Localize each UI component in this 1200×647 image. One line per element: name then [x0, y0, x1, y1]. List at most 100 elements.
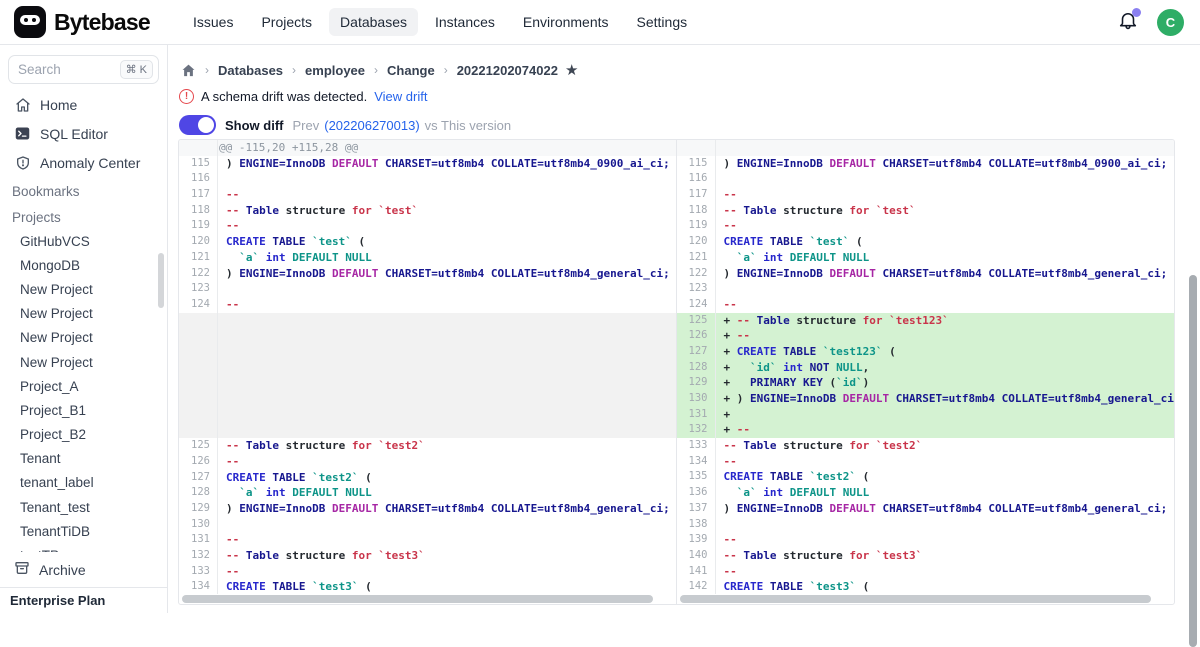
alert-icon: !: [179, 89, 194, 104]
show-diff-toggle[interactable]: [179, 115, 216, 135]
nav-item-environments[interactable]: Environments: [512, 8, 620, 36]
sidebar-project-item[interactable]: Project_B2: [0, 423, 167, 447]
code-text: --: [715, 218, 737, 234]
sidebar-project-item[interactable]: New Project: [0, 350, 167, 374]
nav-item-issues[interactable]: Issues: [182, 8, 244, 36]
main-content: ›Databases›employee›Change›2022120207402…: [169, 45, 1200, 613]
line-number: 123: [677, 281, 715, 297]
sidebar-project-item[interactable]: New Project: [0, 277, 167, 301]
project-list: GitHubVCSMongoDBNew ProjectNew ProjectNe…: [0, 229, 167, 592]
view-drift-link[interactable]: View drift: [374, 89, 427, 104]
sidebar-scrollbar[interactable]: [158, 253, 164, 308]
sidebar-project-item[interactable]: tenant_label: [0, 471, 167, 495]
notification-dot: [1132, 8, 1141, 17]
code-text: --: [715, 564, 737, 580]
prev-version-link[interactable]: (202206270013): [324, 118, 419, 133]
line-number: 139: [677, 532, 715, 548]
diff-line: 122) ENGINE=InnoDB DEFAULT CHARSET=utf8m…: [179, 266, 676, 282]
vs-label: vs This version: [425, 118, 511, 133]
home-icon: [14, 96, 31, 113]
notifications-button[interactable]: [1117, 11, 1139, 33]
diff-line: 119--: [179, 218, 676, 234]
diff-line: 116: [677, 171, 1175, 187]
code-text: --: [217, 532, 239, 548]
code-text: -- Table structure for `test`: [715, 203, 916, 219]
diff-line: 122) ENGINE=InnoDB DEFAULT CHARSET=utf8m…: [677, 266, 1175, 282]
line-number: 116: [677, 171, 715, 187]
sidebar-project-item[interactable]: New Project: [0, 302, 167, 326]
breadcrumb-item[interactable]: Change: [387, 63, 435, 78]
diff-line: 141--: [677, 564, 1175, 580]
line-number: 138: [677, 517, 715, 533]
sidebar: ⌘ K Home SQL Editor Anomaly Center Bookm…: [0, 45, 168, 613]
line-number: 128: [179, 485, 217, 501]
horizontal-scrollbar[interactable]: [182, 595, 663, 603]
diff-toolbar: Show diff Prev (202206270013) vs This ve…: [169, 104, 1200, 135]
line-number: 129: [179, 501, 217, 517]
sidebar-project-item[interactable]: TenantTiDB: [0, 519, 167, 543]
sidebar-project-item[interactable]: New Project: [0, 326, 167, 350]
code-text: [715, 517, 724, 533]
nav-item-databases[interactable]: Databases: [329, 8, 418, 36]
code-text: `a` int DEFAULT NULL: [715, 485, 870, 501]
breadcrumb: ›Databases›employee›Change›2022120207402…: [169, 45, 1200, 79]
sidebar-project-item[interactable]: GitHubVCS: [0, 229, 167, 253]
diff-line: 136 `a` int DEFAULT NULL: [677, 485, 1175, 501]
sidebar-item-home[interactable]: Home: [0, 90, 167, 119]
sidebar-item-sql-editor[interactable]: SQL Editor: [0, 119, 167, 148]
code-text: + PRIMARY KEY (`id`): [715, 375, 870, 391]
code-text: ) ENGINE=InnoDB DEFAULT CHARSET=utf8mb4 …: [715, 156, 1168, 172]
sidebar-item-archive[interactable]: Archive: [0, 552, 167, 587]
line-number: 117: [179, 187, 217, 203]
diff-line: 120CREATE TABLE `test` (: [677, 234, 1175, 250]
line-number: 136: [677, 485, 715, 501]
code-text: --: [217, 454, 239, 470]
bytebase-logo-icon: [14, 6, 46, 38]
diff-line-added: 131+: [677, 407, 1175, 423]
line-number: 127: [677, 344, 715, 360]
page-vertical-scrollbar[interactable]: [1189, 275, 1197, 647]
main-nav: IssuesProjectsDatabasesInstancesEnvironm…: [182, 8, 698, 36]
diff-line-added: 127+ CREATE TABLE `test123` (: [677, 344, 1175, 360]
sidebar-item-label: Anomaly Center: [40, 155, 140, 171]
diff-hunk-header: [677, 140, 1175, 156]
code-text: -- Table structure for `test3`: [217, 548, 425, 564]
sidebar-project-item[interactable]: Tenant: [0, 447, 167, 471]
line-number: 121: [677, 250, 715, 266]
code-text: -- Table structure for `test2`: [715, 438, 923, 454]
breadcrumb-separator: ›: [374, 63, 378, 77]
breadcrumb-item[interactable]: 20221202074022: [457, 63, 558, 78]
sidebar-project-item[interactable]: Tenant_test: [0, 495, 167, 519]
brand[interactable]: Bytebase: [0, 6, 176, 38]
search-box[interactable]: ⌘ K: [8, 55, 159, 84]
nav-item-instances[interactable]: Instances: [424, 8, 506, 36]
home-icon[interactable]: [181, 63, 196, 78]
line-number: 120: [677, 234, 715, 250]
diff-line: 135CREATE TABLE `test2` (: [677, 469, 1175, 485]
drift-message: A schema drift was detected.: [201, 89, 367, 104]
diff-line: 117--: [179, 187, 676, 203]
star-icon[interactable]: ★: [565, 61, 578, 79]
horizontal-scrollbar[interactable]: [680, 595, 1162, 603]
avatar[interactable]: C: [1157, 9, 1184, 36]
sidebar-project-item[interactable]: Project_B1: [0, 398, 167, 422]
breadcrumb-item[interactable]: Databases: [218, 63, 283, 78]
diff-line: 134CREATE TABLE `test3` (: [179, 579, 676, 595]
sidebar-section-bookmarks: Bookmarks: [0, 177, 167, 203]
shield-icon: [14, 154, 31, 171]
sidebar-item-anomaly-center[interactable]: Anomaly Center: [0, 148, 167, 177]
code-text: --: [217, 187, 239, 203]
diff-line: 139--: [677, 532, 1175, 548]
search-input[interactable]: [18, 62, 110, 77]
code-text: CREATE TABLE `test3` (: [217, 579, 372, 595]
line-number: 121: [179, 250, 217, 266]
diff-line: 133-- Table structure for `test2`: [677, 438, 1175, 454]
breadcrumb-item[interactable]: employee: [305, 63, 365, 78]
nav-item-settings[interactable]: Settings: [626, 8, 699, 36]
line-number: 133: [179, 564, 217, 580]
sidebar-project-item[interactable]: MongoDB: [0, 253, 167, 277]
terminal-icon: [14, 125, 31, 142]
diff-line: 125-- Table structure for `test2`: [179, 438, 676, 454]
sidebar-project-item[interactable]: Project_A: [0, 374, 167, 398]
nav-item-projects[interactable]: Projects: [250, 8, 323, 36]
